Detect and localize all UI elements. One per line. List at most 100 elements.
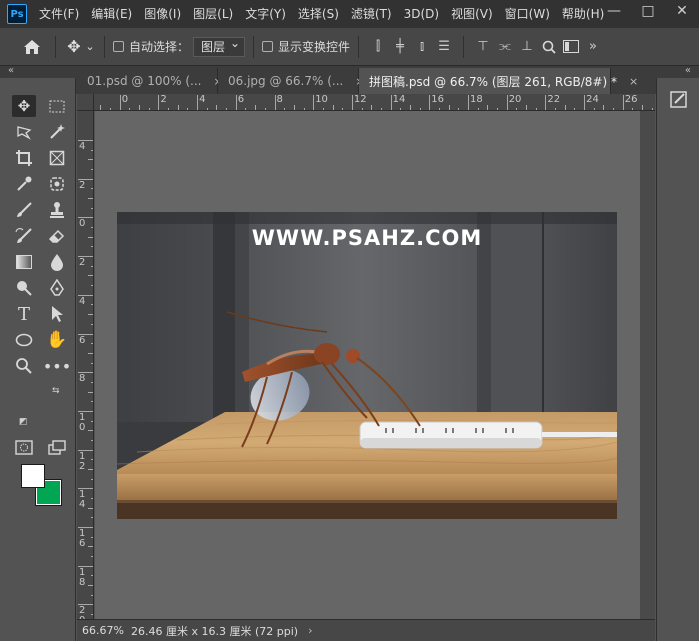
marquee-tool-icon[interactable] [45, 95, 69, 117]
ruler-tick [506, 95, 508, 110]
dodge-icon[interactable] [12, 277, 36, 299]
ruler-tick [88, 546, 93, 548]
zoom-icon[interactable] [12, 355, 36, 377]
maximize-button[interactable]: □ [631, 0, 665, 22]
type-tool-icon[interactable]: T [12, 303, 36, 325]
ruler-left-label: 14 [79, 489, 86, 511]
menu-file[interactable]: 文件(F) [33, 0, 85, 28]
divider [463, 35, 465, 58]
workspace-icon[interactable] [560, 37, 582, 57]
ruler-tick [78, 527, 93, 528]
ruler-tick [91, 304, 93, 306]
home-icon[interactable] [17, 39, 47, 55]
ruler-tick [88, 430, 93, 432]
align-h-center-icon[interactable]: ╪ [389, 37, 411, 57]
swap-colors-icon[interactable]: ⇆ [52, 386, 60, 396]
ruler-tick [88, 198, 93, 200]
tab-06-jpg[interactable]: 06.jpg @ 66.7% (... × [218, 68, 365, 94]
status-menu-arrow-icon[interactable]: › [298, 624, 312, 637]
auto-select-target-dropdown[interactable]: 图层 [193, 36, 246, 57]
lasso-tool-icon[interactable] [12, 121, 36, 143]
path-selection-icon[interactable] [45, 303, 69, 325]
ruler-top-label: 4 [199, 94, 206, 105]
ruler-tick [91, 343, 93, 345]
blur-icon[interactable] [45, 251, 69, 273]
minimize-button[interactable]: — [597, 0, 631, 22]
distribute-icon[interactable]: ☰ [433, 37, 455, 57]
document-tabs: 01.psd @ 100% (... × 06.jpg @ 66.7% (...… [77, 68, 638, 94]
align-left-icon[interactable]: ⫿ [367, 37, 389, 57]
history-brush-icon[interactable] [12, 225, 36, 247]
menu-select[interactable]: 选择(S) [292, 0, 345, 28]
gradient-icon[interactable] [12, 251, 36, 273]
more-tools-icon[interactable]: ••• [43, 355, 71, 377]
collapse-right-icon[interactable]: « [656, 66, 699, 78]
menu-view[interactable]: 视图(V) [445, 0, 499, 28]
ruler-tick [91, 575, 93, 577]
tab-01-psd[interactable]: 01.psd @ 100% (... × [77, 68, 223, 94]
menu-3d[interactable]: 3D(D) [398, 0, 445, 28]
eraser-icon[interactable] [45, 225, 69, 247]
brush-icon[interactable] [12, 199, 36, 221]
ruler-left-label: 16 [79, 528, 86, 549]
foreground-color-swatch[interactable] [21, 464, 45, 488]
pen-icon[interactable] [45, 277, 69, 299]
stamp-icon[interactable] [45, 199, 69, 221]
ruler-tick [622, 95, 624, 110]
divider [253, 35, 255, 58]
align-top-icon[interactable]: ⊤ [472, 37, 494, 57]
vertical-scrollbar[interactable] [640, 111, 655, 619]
tools-panel: ✥ T ✋ ••• ⇆ ◩ [0, 78, 76, 641]
patch-tool-icon[interactable] [45, 173, 69, 195]
ruler-tick [197, 95, 199, 110]
quick-mask-icon[interactable] [12, 436, 36, 458]
menu-bar: Ps 文件(F) 编辑(E) 图像(I) 图层(L) 文字(Y) 选择(S) 滤… [0, 0, 699, 28]
ruler-tick [91, 420, 93, 422]
vertical-ruler[interactable]: 4202468101214161820 [77, 111, 94, 619]
more-options-chevron-icon[interactable]: » [582, 37, 604, 57]
search-icon[interactable] [538, 37, 560, 57]
ruler-tick [91, 246, 93, 248]
menu-window[interactable]: 窗口(W) [499, 0, 556, 28]
properties-panel-icon[interactable] [667, 87, 691, 111]
menu-type[interactable]: 文字(Y) [239, 0, 292, 28]
zoom-level-field[interactable]: 66.67% [77, 624, 127, 637]
align-right-icon[interactable]: ⫾ [411, 37, 433, 57]
close-icon[interactable]: × [629, 75, 638, 88]
crop-tool-icon[interactable] [12, 147, 36, 169]
eyedropper-icon[interactable] [12, 173, 36, 195]
magic-wand-icon[interactable] [45, 121, 69, 143]
move-tool-preset-icon[interactable]: ✥ [64, 37, 84, 56]
ruler-tick [158, 95, 160, 110]
menu-edit[interactable]: 编辑(E) [85, 0, 138, 28]
collapse-left-icon[interactable]: « [0, 66, 44, 78]
default-colors-icon[interactable]: ◩ [19, 417, 28, 427]
menu-image[interactable]: 图像(I) [138, 0, 187, 28]
horizontal-ruler[interactable]: 202468101214161820222426 [77, 94, 655, 111]
menu-filter[interactable]: 滤镜(T) [345, 0, 398, 28]
close-window-button[interactable]: ✕ [665, 0, 699, 22]
align-bottom-icon[interactable]: ⊥ [516, 37, 538, 57]
ruler-tick [91, 497, 93, 499]
ruler-tick [235, 95, 237, 110]
ruler-tick [91, 401, 93, 403]
move-tool-icon[interactable]: ✥ [12, 95, 36, 117]
tab-active-document[interactable]: 拼图稿.psd @ 66.7% (图层 261, RGB/8#) * × [359, 68, 638, 94]
photoshop-logo-icon: Ps [7, 4, 27, 24]
ruler-tick [78, 372, 93, 374]
auto-select-checkbox[interactable] [113, 41, 124, 52]
align-v-center-icon[interactable]: ⫘ [494, 37, 516, 57]
screen-mode-icon[interactable] [45, 436, 69, 458]
divider [104, 35, 105, 58]
frame-tool-icon[interactable] [45, 147, 69, 169]
document-canvas[interactable]: WWW.PSAHZ.COM [117, 212, 617, 519]
chevron-down-icon[interactable]: ⌄ [84, 40, 96, 53]
ellipse-icon[interactable] [12, 329, 36, 351]
watermark-text: WWW.PSAHZ.COM [251, 226, 483, 250]
tab-label: 拼图稿.psd @ 66.7% (图层 261, RGB/8#) * [369, 74, 617, 89]
hand-icon[interactable]: ✋ [45, 329, 69, 351]
ruler-origin[interactable] [77, 94, 94, 111]
ruler-tick [78, 178, 93, 180]
show-transform-checkbox[interactable] [262, 41, 274, 52]
menu-layer[interactable]: 图层(L) [187, 0, 239, 28]
